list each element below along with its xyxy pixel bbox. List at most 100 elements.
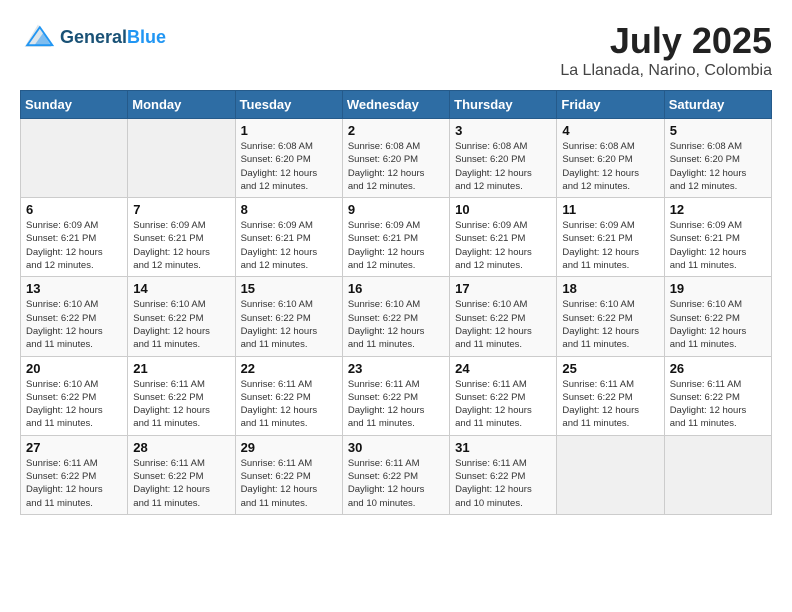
calendar-cell: 5 Sunrise: 6:08 AM Sunset: 6:20 PM Daylig… xyxy=(664,119,771,198)
day-number: 31 xyxy=(455,440,551,455)
column-header-thursday: Thursday xyxy=(450,91,557,119)
day-number: 2 xyxy=(348,123,444,138)
calendar-cell: 9 Sunrise: 6:09 AM Sunset: 6:21 PM Daylig… xyxy=(342,198,449,277)
day-number: 28 xyxy=(133,440,229,455)
calendar-cell: 19 Sunrise: 6:10 AM Sunset: 6:22 PM Dayli… xyxy=(664,277,771,356)
column-header-saturday: Saturday xyxy=(664,91,771,119)
subtitle: La Llanada, Narino, Colombia xyxy=(560,62,772,80)
calendar-cell: 11 Sunrise: 6:09 AM Sunset: 6:21 PM Dayli… xyxy=(557,198,664,277)
day-info: Sunrise: 6:11 AM Sunset: 6:22 PM Dayligh… xyxy=(455,457,551,510)
calendar-week-2: 6 Sunrise: 6:09 AM Sunset: 6:21 PM Daylig… xyxy=(21,198,772,277)
calendar-week-5: 27 Sunrise: 6:11 AM Sunset: 6:22 PM Dayli… xyxy=(21,435,772,514)
calendar-table: SundayMondayTuesdayWednesdayThursdayFrid… xyxy=(20,90,772,515)
day-number: 8 xyxy=(241,202,337,217)
day-number: 10 xyxy=(455,202,551,217)
calendar-cell: 21 Sunrise: 6:11 AM Sunset: 6:22 PM Dayli… xyxy=(128,356,235,435)
calendar-cell: 3 Sunrise: 6:08 AM Sunset: 6:20 PM Daylig… xyxy=(450,119,557,198)
calendar-header: SundayMondayTuesdayWednesdayThursdayFrid… xyxy=(21,91,772,119)
calendar-week-4: 20Sunrise: 6:10 AM Sunset: 6:22 PM Dayli… xyxy=(21,356,772,435)
day-info: Sunrise: 6:10 AM Sunset: 6:22 PM Dayligh… xyxy=(562,298,658,351)
day-number: 27 xyxy=(26,440,122,455)
day-number: 4 xyxy=(562,123,658,138)
calendar-week-3: 13 Sunrise: 6:10 AM Sunset: 6:22 PM Dayli… xyxy=(21,277,772,356)
day-number: 1 xyxy=(241,123,337,138)
calendar-cell xyxy=(128,119,235,198)
day-number: 16 xyxy=(348,281,444,296)
day-info: Sunrise: 6:11 AM Sunset: 6:22 PM Dayligh… xyxy=(348,457,444,510)
column-header-tuesday: Tuesday xyxy=(235,91,342,119)
day-number: 9 xyxy=(348,202,444,217)
day-info: Sunrise: 6:10 AM Sunset: 6:22 PM Dayligh… xyxy=(348,298,444,351)
header-row: SundayMondayTuesdayWednesdayThursdayFrid… xyxy=(21,91,772,119)
calendar-cell: 28Sunrise: 6:11 AM Sunset: 6:22 PM Dayli… xyxy=(128,435,235,514)
day-number: 29 xyxy=(241,440,337,455)
day-info: Sunrise: 6:09 AM Sunset: 6:21 PM Dayligh… xyxy=(348,219,444,272)
calendar-cell: 24 Sunrise: 6:11 AM Sunset: 6:22 PM Dayli… xyxy=(450,356,557,435)
day-number: 25 xyxy=(562,361,658,376)
calendar-cell: 30Sunrise: 6:11 AM Sunset: 6:22 PM Dayli… xyxy=(342,435,449,514)
day-info: Sunrise: 6:11 AM Sunset: 6:22 PM Dayligh… xyxy=(241,457,337,510)
day-info: Sunrise: 6:10 AM Sunset: 6:22 PM Dayligh… xyxy=(133,298,229,351)
calendar-cell: 6 Sunrise: 6:09 AM Sunset: 6:21 PM Daylig… xyxy=(21,198,128,277)
calendar-cell: 31 Sunrise: 6:11 AM Sunset: 6:22 PM Dayli… xyxy=(450,435,557,514)
day-number: 23 xyxy=(348,361,444,376)
calendar-cell: 4 Sunrise: 6:08 AM Sunset: 6:20 PM Daylig… xyxy=(557,119,664,198)
calendar-body: 1 Sunrise: 6:08 AM Sunset: 6:20 PM Daylig… xyxy=(21,119,772,515)
calendar-cell: 7Sunrise: 6:09 AM Sunset: 6:21 PM Daylig… xyxy=(128,198,235,277)
day-info: Sunrise: 6:08 AM Sunset: 6:20 PM Dayligh… xyxy=(241,140,337,193)
day-info: Sunrise: 6:10 AM Sunset: 6:22 PM Dayligh… xyxy=(455,298,551,351)
day-info: Sunrise: 6:10 AM Sunset: 6:22 PM Dayligh… xyxy=(241,298,337,351)
day-number: 24 xyxy=(455,361,551,376)
day-number: 11 xyxy=(562,202,658,217)
calendar-cell: 22 Sunrise: 6:11 AM Sunset: 6:22 PM Dayli… xyxy=(235,356,342,435)
calendar-cell xyxy=(664,435,771,514)
day-info: Sunrise: 6:08 AM Sunset: 6:20 PM Dayligh… xyxy=(348,140,444,193)
day-number: 12 xyxy=(670,202,766,217)
day-info: Sunrise: 6:11 AM Sunset: 6:22 PM Dayligh… xyxy=(133,378,229,431)
day-info: Sunrise: 6:09 AM Sunset: 6:21 PM Dayligh… xyxy=(26,219,122,272)
day-number: 18 xyxy=(562,281,658,296)
main-title: July 2025 xyxy=(560,20,772,62)
calendar-cell: 2 Sunrise: 6:08 AM Sunset: 6:20 PM Daylig… xyxy=(342,119,449,198)
day-info: Sunrise: 6:11 AM Sunset: 6:22 PM Dayligh… xyxy=(241,378,337,431)
day-info: Sunrise: 6:11 AM Sunset: 6:22 PM Dayligh… xyxy=(670,378,766,431)
day-info: Sunrise: 6:11 AM Sunset: 6:22 PM Dayligh… xyxy=(562,378,658,431)
day-info: Sunrise: 6:09 AM Sunset: 6:21 PM Dayligh… xyxy=(562,219,658,272)
calendar-cell xyxy=(557,435,664,514)
calendar-cell: 25 Sunrise: 6:11 AM Sunset: 6:22 PM Dayli… xyxy=(557,356,664,435)
day-info: Sunrise: 6:09 AM Sunset: 6:21 PM Dayligh… xyxy=(670,219,766,272)
day-number: 5 xyxy=(670,123,766,138)
column-header-wednesday: Wednesday xyxy=(342,91,449,119)
day-number: 19 xyxy=(670,281,766,296)
day-info: Sunrise: 6:08 AM Sunset: 6:20 PM Dayligh… xyxy=(455,140,551,193)
logo-text: GeneralBlue xyxy=(60,28,166,48)
calendar-cell: 14Sunrise: 6:10 AM Sunset: 6:22 PM Dayli… xyxy=(128,277,235,356)
calendar-cell: 1 Sunrise: 6:08 AM Sunset: 6:20 PM Daylig… xyxy=(235,119,342,198)
day-info: Sunrise: 6:08 AM Sunset: 6:20 PM Dayligh… xyxy=(562,140,658,193)
logo-icon xyxy=(20,20,56,56)
calendar-cell: 8Sunrise: 6:09 AM Sunset: 6:21 PM Daylig… xyxy=(235,198,342,277)
calendar-cell: 16 Sunrise: 6:10 AM Sunset: 6:22 PM Dayli… xyxy=(342,277,449,356)
day-number: 26 xyxy=(670,361,766,376)
day-info: Sunrise: 6:10 AM Sunset: 6:22 PM Dayligh… xyxy=(26,298,122,351)
day-number: 6 xyxy=(26,202,122,217)
day-info: Sunrise: 6:10 AM Sunset: 6:22 PM Dayligh… xyxy=(670,298,766,351)
day-info: Sunrise: 6:08 AM Sunset: 6:20 PM Dayligh… xyxy=(670,140,766,193)
calendar-cell: 17Sunrise: 6:10 AM Sunset: 6:22 PM Dayli… xyxy=(450,277,557,356)
column-header-friday: Friday xyxy=(557,91,664,119)
calendar-cell: 23Sunrise: 6:11 AM Sunset: 6:22 PM Dayli… xyxy=(342,356,449,435)
day-info: Sunrise: 6:11 AM Sunset: 6:22 PM Dayligh… xyxy=(455,378,551,431)
calendar-cell: 27Sunrise: 6:11 AM Sunset: 6:22 PM Dayli… xyxy=(21,435,128,514)
calendar-cell: 26 Sunrise: 6:11 AM Sunset: 6:22 PM Dayli… xyxy=(664,356,771,435)
calendar-cell xyxy=(21,119,128,198)
column-header-sunday: Sunday xyxy=(21,91,128,119)
column-header-monday: Monday xyxy=(128,91,235,119)
day-number: 21 xyxy=(133,361,229,376)
calendar-cell: 29 Sunrise: 6:11 AM Sunset: 6:22 PM Dayli… xyxy=(235,435,342,514)
calendar-cell: 10Sunrise: 6:09 AM Sunset: 6:21 PM Dayli… xyxy=(450,198,557,277)
calendar-week-1: 1 Sunrise: 6:08 AM Sunset: 6:20 PM Daylig… xyxy=(21,119,772,198)
day-number: 13 xyxy=(26,281,122,296)
day-number: 22 xyxy=(241,361,337,376)
day-number: 3 xyxy=(455,123,551,138)
calendar-cell: 12 Sunrise: 6:09 AM Sunset: 6:21 PM Dayli… xyxy=(664,198,771,277)
